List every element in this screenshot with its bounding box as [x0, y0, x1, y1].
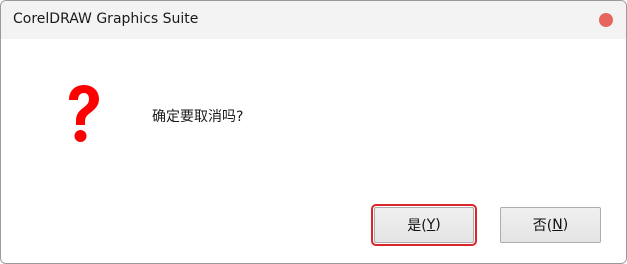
title-bar: CorelDRAW Graphics Suite [1, 1, 626, 39]
no-button-prefix: 否( [532, 218, 553, 234]
question-mark-icon [69, 85, 99, 142]
no-button-mnemonic: N [552, 217, 563, 233]
dialog-content: 确定要取消吗? 是(Y) 否(N) [1, 39, 626, 263]
yes-button-suffix: ) [435, 217, 441, 233]
confirm-dialog: CorelDRAW Graphics Suite 确定要取消吗? 是(Y) 否(… [0, 0, 627, 264]
yes-button-mnemonic: Y [426, 217, 436, 233]
yes-button[interactable]: 是(Y) [371, 204, 477, 246]
close-icon[interactable] [599, 13, 613, 27]
window-title: CorelDRAW Graphics Suite [13, 11, 199, 27]
yes-button-prefix: 是( [407, 218, 427, 234]
dialog-message: 确定要取消吗? [152, 109, 244, 125]
no-button-suffix: ) [562, 217, 569, 233]
no-button[interactable]: 否(N) [500, 207, 601, 243]
